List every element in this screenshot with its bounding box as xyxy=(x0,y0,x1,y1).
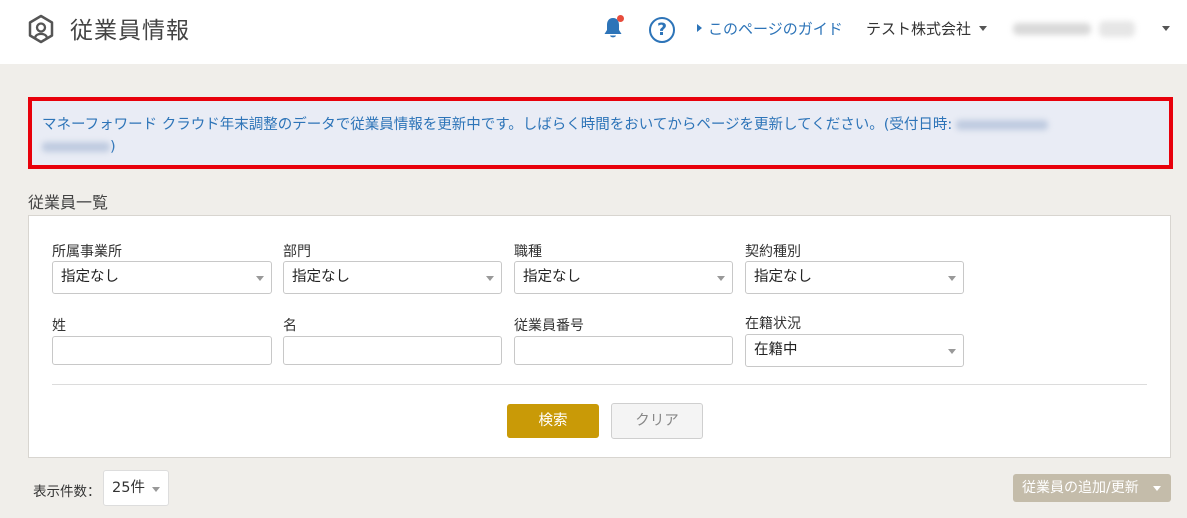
notice-close-paren: ) xyxy=(110,139,116,155)
per-page-value: 25件 xyxy=(112,480,145,496)
first-name-input[interactable] xyxy=(283,336,502,365)
chevron-down-icon xyxy=(256,276,264,281)
user-menu-chevron-down-icon[interactable] xyxy=(1162,26,1170,31)
company-switcher[interactable]: テスト株式会社 xyxy=(866,18,988,39)
employee-number-input[interactable] xyxy=(514,336,733,365)
app-header: 従業員情報 ? このページのガイド テスト株式会社 xyxy=(0,0,1187,64)
office-select-value: 指定なし xyxy=(61,269,119,285)
page-guide-label: このページのガイド xyxy=(708,20,843,38)
clear-button[interactable]: クリア xyxy=(611,403,703,439)
chevron-down-icon xyxy=(1153,486,1161,491)
notification-badge-dot xyxy=(617,15,624,22)
status-select[interactable]: 在籍中 xyxy=(745,334,964,367)
user-role-blurred xyxy=(1099,21,1135,37)
status-label: 在籍状況 xyxy=(745,316,801,332)
job-type-select-value: 指定なし xyxy=(523,269,581,285)
last-name-input[interactable] xyxy=(52,336,272,365)
first-name-label: 名 xyxy=(283,318,297,334)
page-title: 従業員情報 xyxy=(70,18,190,44)
department-label: 部門 xyxy=(283,244,311,260)
add-update-employee-button[interactable]: 従業員の追加/更新 xyxy=(1013,474,1171,502)
search-filter-panel: 所属事業所 指定なし 部門 指定なし 職種 指定なし 契約種別 指定なし 姓 名… xyxy=(28,215,1171,458)
per-page-select[interactable]: 25件 xyxy=(103,470,169,506)
office-select[interactable]: 指定なし xyxy=(52,261,272,294)
chevron-down-icon xyxy=(979,26,988,31)
panel-divider xyxy=(52,384,1147,385)
last-name-label: 姓 xyxy=(52,318,66,334)
contract-type-select-value: 指定なし xyxy=(754,269,812,285)
company-logo-icon xyxy=(28,14,54,44)
chevron-down-icon xyxy=(717,276,725,281)
help-icon[interactable]: ? xyxy=(649,17,675,43)
per-page-label: 表示件数： xyxy=(33,484,101,500)
triangle-right-icon xyxy=(697,24,702,32)
company-name: テスト株式会社 xyxy=(866,20,972,38)
search-button[interactable]: 検索 xyxy=(507,404,599,438)
department-select[interactable]: 指定なし xyxy=(283,261,502,294)
office-label: 所属事業所 xyxy=(52,244,122,260)
job-type-select[interactable]: 指定なし xyxy=(514,261,733,294)
job-type-label: 職種 xyxy=(514,244,542,260)
user-name-blurred xyxy=(1013,23,1091,35)
chevron-down-icon xyxy=(948,276,956,281)
contract-type-select[interactable]: 指定なし xyxy=(745,261,964,294)
contract-type-label: 契約種別 xyxy=(745,244,801,260)
chevron-down-icon xyxy=(948,349,956,354)
received-time-blurred xyxy=(42,142,110,152)
employee-list-title: 従業員一覧 xyxy=(28,193,109,212)
add-update-label: 従業員の追加/更新 xyxy=(1022,480,1139,496)
update-notice-banner: マネーフォワード クラウド年末調整のデータで従業員情報を更新中です。しばらく時間… xyxy=(28,97,1173,169)
page-guide-link[interactable]: このページのガイド xyxy=(697,18,843,39)
user-menu[interactable] xyxy=(1013,18,1153,40)
chevron-down-icon xyxy=(152,487,160,492)
employee-number-label: 従業員番号 xyxy=(514,318,584,334)
received-date-blurred xyxy=(956,120,1049,130)
chevron-down-icon xyxy=(486,276,494,281)
status-select-value: 在籍中 xyxy=(754,342,798,358)
department-select-value: 指定なし xyxy=(292,269,350,285)
notice-message: マネーフォワード クラウド年末調整のデータで従業員情報を更新中です。しばらく時間… xyxy=(42,117,953,133)
